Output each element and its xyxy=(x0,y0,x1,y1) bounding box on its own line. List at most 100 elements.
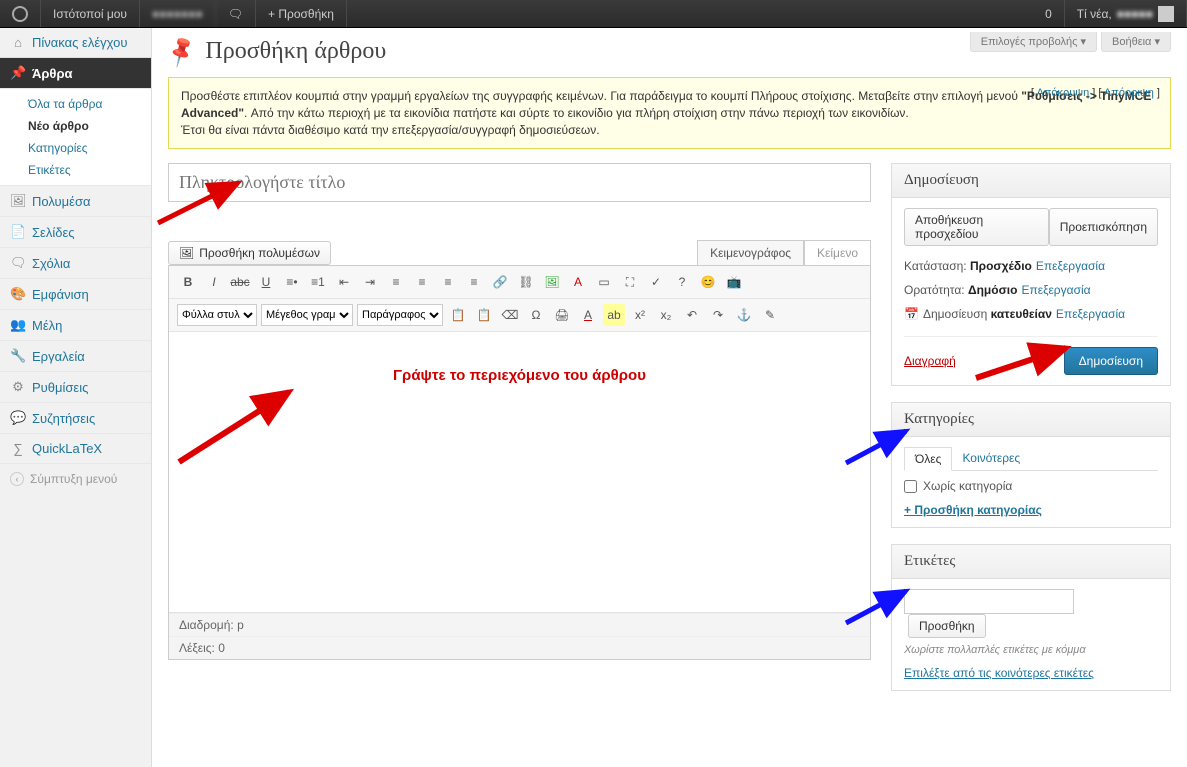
submenu-all-posts[interactable]: Όλα τα άρθρα xyxy=(28,93,151,115)
sidebar-item-forums[interactable]: 💬Συζητήσεις xyxy=(0,403,151,434)
editor-toolbar-row2: Φύλλα στυλ Μέγεθος γραμ Παράγραφος 📋 📋 ⌫… xyxy=(169,299,870,332)
add-tag-button[interactable]: Προσθήκη xyxy=(908,614,986,638)
users-icon: 👥 xyxy=(10,317,26,333)
move-to-trash-link[interactable]: Διαγραφή xyxy=(904,354,956,368)
editor-tab-text[interactable]: Κείμενο xyxy=(804,240,871,265)
more-button[interactable]: ▭ xyxy=(593,271,615,293)
paste-button[interactable]: 📋 xyxy=(447,304,469,326)
edit-schedule-link[interactable]: Επεξεργασία xyxy=(1056,307,1125,321)
underline-button[interactable]: U xyxy=(255,271,277,293)
main-content: Επιλογές προβολής ▾ Βοήθεια ▾ 📌 Προσθήκη… xyxy=(152,28,1187,767)
sidebar-item-tools[interactable]: 🔧Εργαλεία xyxy=(0,341,151,372)
tools-icon: 🔧 xyxy=(10,348,26,364)
clear-format-button[interactable]: ⌫ xyxy=(499,304,521,326)
print-button[interactable]: 🖨 xyxy=(551,304,573,326)
tag-input[interactable] xyxy=(904,589,1074,614)
sidebar-item-media[interactable]: 🖼Πολυμέσα xyxy=(0,186,151,217)
edit-status-link[interactable]: Επεξεργασία xyxy=(1036,259,1105,273)
textcolor-button[interactable]: A xyxy=(567,271,589,293)
styles-select[interactable]: Φύλλα στυλ xyxy=(177,304,257,326)
notifications-count[interactable]: 0 xyxy=(1033,0,1065,27)
preview-button[interactable]: Προεπισκόπηση xyxy=(1049,208,1158,246)
fontsize-select[interactable]: Μέγεθος γραμ xyxy=(261,304,353,326)
video-button[interactable]: 📺 xyxy=(723,271,745,293)
sidebar-item-dashboard[interactable]: ⌂Πίνακας ελέγχου xyxy=(0,28,151,58)
categories-metabox: Κατηγορίες Όλες Κοινότερες Χωρίς κατηγορ… xyxy=(891,402,1171,528)
home-icon: ⌂ xyxy=(10,35,26,50)
bold-button[interactable]: B xyxy=(177,271,199,293)
link-button[interactable]: 🔗 xyxy=(489,271,511,293)
sub-button[interactable]: x₂ xyxy=(655,304,677,326)
spellcheck-button[interactable]: ✓ xyxy=(645,271,667,293)
add-media-button[interactable]: 🖼Προσθήκη πολυμέσων xyxy=(168,241,331,265)
notice-reject-link[interactable]: Απόρριψη xyxy=(1104,87,1154,99)
image-button[interactable]: 🖼 xyxy=(541,271,563,293)
charmap-button[interactable]: Ω xyxy=(525,304,547,326)
emoji-button[interactable]: 😊 xyxy=(697,271,719,293)
forecolor-button[interactable]: A xyxy=(577,304,599,326)
align-center-button[interactable]: ≡ xyxy=(411,271,433,293)
submenu-tags[interactable]: Ετικέτες xyxy=(28,159,151,181)
admin-sidebar: ⌂Πίνακας ελέγχου 📌Άρθρα Όλα τα άρθρα Νέο… xyxy=(0,28,152,767)
bullet-list-button[interactable]: ≡• xyxy=(281,271,303,293)
admin-notice: [ Απόκρυψη ] [ Απόρριψη ] Προσθέστε επιπ… xyxy=(168,77,1171,149)
help-button[interactable]: ? xyxy=(671,271,693,293)
notice-hide-link[interactable]: Απόκρυψη xyxy=(1036,87,1089,99)
calendar-icon: 📅 xyxy=(904,307,919,321)
comments-menu[interactable]: 🗨 xyxy=(216,0,256,27)
editor-tab-visual[interactable]: Κειμενογράφος xyxy=(697,240,804,265)
align-right-button[interactable]: ≡ xyxy=(437,271,459,293)
sidebar-item-appearance[interactable]: 🎨Εμφάνιση xyxy=(0,279,151,310)
tags-metabox: Ετικέτες Προσθήκη Χωρίστε πολλαπλές ετικ… xyxy=(891,544,1171,691)
save-draft-button[interactable]: Αποθήκευση προσχεδίου xyxy=(904,208,1049,246)
outdent-button[interactable]: ⇤ xyxy=(333,271,355,293)
fullscreen-button[interactable]: ⛶ xyxy=(619,271,641,293)
categories-tab-all[interactable]: Όλες xyxy=(904,447,952,471)
sup-button[interactable]: x² xyxy=(629,304,651,326)
unlink-button[interactable]: ⛓ xyxy=(515,271,537,293)
category-checkbox[interactable] xyxy=(904,480,917,493)
submenu-new-post[interactable]: Νέο άρθρο xyxy=(28,115,151,137)
sidebar-item-pages[interactable]: 📄Σελίδες xyxy=(0,217,151,248)
help-toggle[interactable]: Βοήθεια ▾ xyxy=(1101,32,1171,52)
submenu-categories[interactable]: Κατηγορίες xyxy=(28,137,151,159)
my-sites-menu[interactable]: Ιστότοποί μου xyxy=(41,0,140,27)
post-title-input[interactable] xyxy=(168,163,871,202)
num-list-button[interactable]: ≡1 xyxy=(307,271,329,293)
undo-button[interactable]: ↶ xyxy=(681,304,703,326)
collapse-menu[interactable]: ‹Σύμπτυξη μενού xyxy=(0,464,151,494)
edit-visibility-link[interactable]: Επεξεργασία xyxy=(1021,283,1090,297)
media-icon: 🖼 xyxy=(179,246,194,260)
pushpin-icon: 📌 xyxy=(163,33,200,69)
sidebar-item-posts[interactable]: 📌Άρθρα xyxy=(0,58,151,89)
code-button[interactable]: ✎ xyxy=(759,304,781,326)
redo-button[interactable]: ↷ xyxy=(707,304,729,326)
italic-button[interactable]: I xyxy=(203,271,225,293)
sidebar-item-comments[interactable]: 🗨Σχόλια xyxy=(0,248,151,279)
backcolor-button[interactable]: ab xyxy=(603,304,625,326)
choose-popular-tags-link[interactable]: Επιλέξτε από τις κοινότερες ετικέτες xyxy=(904,666,1094,680)
sidebar-item-quicklatex[interactable]: ∑QuickLaTeX xyxy=(0,434,151,464)
align-justify-button[interactable]: ≡ xyxy=(463,271,485,293)
comment-icon: 🗨 xyxy=(10,255,26,271)
format-select[interactable]: Παράγραφος xyxy=(357,304,443,326)
site-name[interactable]: ■■■■■■■ xyxy=(140,0,216,27)
editor-toolbar-row1: B I abc U ≡• ≡1 ⇤ ⇥ ≡ ≡ ≡ ≡ 🔗 ⛓ 🖼 A ▭ xyxy=(169,266,870,299)
align-left-button[interactable]: ≡ xyxy=(385,271,407,293)
strike-button[interactable]: abc xyxy=(229,271,251,293)
publish-button[interactable]: Δημοσίευση xyxy=(1064,347,1158,375)
screen-options-toggle[interactable]: Επιλογές προβολής ▾ xyxy=(970,32,1097,52)
paste-word-button[interactable]: 📋 xyxy=(473,304,495,326)
wp-logo-menu[interactable] xyxy=(0,0,41,27)
editor-body[interactable]: Γράψτε το περιεχόμενο του άρθρου xyxy=(169,332,870,612)
sidebar-item-settings[interactable]: ⚙Ρυθμίσεις xyxy=(0,372,151,403)
account-menu[interactable]: Τί νέα, ■■■■■ xyxy=(1065,0,1187,27)
categories-title: Κατηγορίες xyxy=(892,403,1170,437)
new-content-menu[interactable]: + Προσθήκη xyxy=(256,0,347,27)
categories-tab-popular[interactable]: Κοινότερες xyxy=(952,447,1030,470)
indent-button[interactable]: ⇥ xyxy=(359,271,381,293)
sidebar-item-users[interactable]: 👥Μέλη xyxy=(0,310,151,341)
anchor-button[interactable]: ⚓ xyxy=(733,304,755,326)
category-uncategorized[interactable]: Χωρίς κατηγορία xyxy=(904,479,1158,493)
add-category-link[interactable]: + Προσθήκη κατηγορίας xyxy=(904,503,1042,517)
